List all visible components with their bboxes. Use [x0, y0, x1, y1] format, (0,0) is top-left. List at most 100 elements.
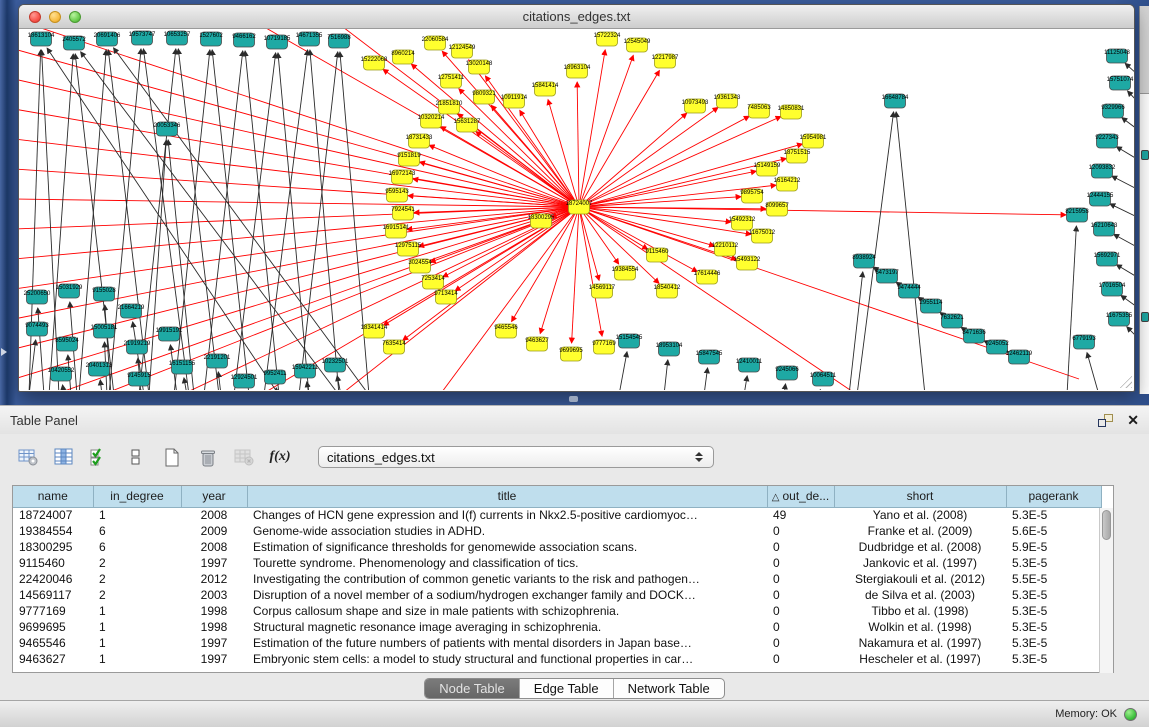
graph-node[interactable]: 12217987	[652, 54, 679, 68]
table-row[interactable]: 946362711997Embryonic stem cells: a mode…	[13, 651, 1101, 667]
table-cell[interactable]: 2008	[181, 507, 247, 523]
graph-node[interactable]: 14850831	[778, 105, 805, 119]
table-cell[interactable]: 2	[93, 587, 181, 603]
show-columns-icon[interactable]	[52, 445, 76, 469]
graph-node[interactable]: 6473197	[875, 269, 899, 283]
table-row[interactable]: 1872400712008Changes of HCN gene express…	[13, 507, 1101, 523]
table-cell[interactable]: 1	[93, 635, 181, 651]
table-row[interactable]: 969969511998Structural magnetic resonanc…	[13, 619, 1101, 635]
vertical-scrollbar[interactable]	[1099, 508, 1113, 673]
graph-node[interactable]: 9463627	[525, 337, 549, 351]
graph-node[interactable]: 8471636	[962, 329, 986, 343]
graph-node[interactable]: 10973493	[682, 99, 709, 113]
graph-node[interactable]: 2955114	[920, 299, 944, 313]
table-selector-dropdown[interactable]: citations_edges.txt	[318, 446, 714, 468]
table-cell[interactable]: 5.6E-5	[1006, 523, 1101, 539]
table-cell[interactable]: 2	[93, 555, 181, 571]
network-view-window[interactable]: citations_edges.txt 18724007152220688960…	[18, 4, 1135, 392]
table-cell[interactable]: 0	[767, 587, 834, 603]
graph-node[interactable]: 11125048	[1104, 49, 1130, 63]
graph-node[interactable]: 16210643	[1091, 222, 1118, 236]
graph-node[interactable]: 15847545	[696, 350, 723, 364]
graph-node[interactable]: 9151819	[397, 152, 421, 166]
graph-node[interactable]: 12462119	[1006, 350, 1033, 364]
table-cell[interactable]: Franke et al. (2009)	[834, 523, 1006, 539]
graph-hub-node[interactable]: 18724007	[566, 200, 593, 214]
graph-node[interactable]: 10320214	[418, 114, 445, 128]
graph-node[interactable]: 7516988	[327, 34, 351, 48]
graph-node[interactable]: 17614446	[694, 270, 721, 284]
table-cell[interactable]: 14569117	[13, 587, 93, 603]
table-cell[interactable]: Wolkin et al. (1998)	[834, 619, 1006, 635]
graph-node[interactable]: 12751411	[438, 74, 465, 88]
table-cell[interactable]: 2012	[181, 571, 247, 587]
table-cell[interactable]: 5.3E-5	[1006, 555, 1101, 571]
graph-node[interactable]: 10232501	[322, 358, 349, 372]
graph-node[interactable]: 15692971	[1094, 252, 1121, 266]
column-header-in_degree[interactable]: in_degree	[93, 486, 181, 507]
table-cell[interactable]: 18724007	[13, 507, 93, 523]
float-panel-icon[interactable]	[1098, 414, 1113, 427]
graph-node[interactable]: 19361343	[714, 94, 741, 108]
tab-node-table[interactable]: Node Table	[425, 679, 520, 698]
function-builder-icon[interactable]: f(x)	[268, 445, 292, 469]
graph-node[interactable]: 12924501	[231, 374, 258, 388]
graph-node[interactable]: 10911914	[501, 94, 528, 108]
table-cell[interactable]: Jankovic et al. (1997)	[834, 555, 1006, 571]
graph-node[interactable]: 21664219	[118, 304, 145, 318]
graph-node[interactable]: 21919219	[124, 340, 151, 354]
table-cell[interactable]: 22420046	[13, 571, 93, 587]
table-cell[interactable]: 9465546	[13, 635, 93, 651]
new-column-icon[interactable]	[160, 445, 184, 469]
graph-node[interactable]: 22191201	[204, 354, 231, 368]
graph-node[interactable]: 12410011	[736, 358, 763, 372]
table-cell[interactable]: 5.3E-5	[1006, 651, 1101, 667]
graph-node[interactable]: 20053346	[154, 122, 181, 136]
table-row[interactable]: 1938455462009Genome-wide association stu…	[13, 523, 1101, 539]
table-cell[interactable]: 9463627	[13, 651, 93, 667]
graph-node[interactable]: 15031929	[56, 284, 83, 298]
table-cell[interactable]: 0	[767, 651, 834, 667]
graph-node[interactable]: 19915191	[156, 327, 183, 341]
graph-node[interactable]: 19384554	[612, 266, 639, 280]
graph-node[interactable]: 20691406	[94, 32, 121, 46]
column-header-out_de[interactable]: △out_de...	[767, 486, 834, 507]
graph-node[interactable]: 17016504	[1099, 282, 1126, 296]
table-cell[interactable]: 0	[767, 619, 834, 635]
graph-node[interactable]: 15841414	[532, 82, 559, 96]
graph-node[interactable]: 18751515	[784, 149, 811, 163]
graph-node[interactable]: 15954981	[800, 134, 827, 148]
graph-node[interactable]: 15492312	[729, 216, 756, 230]
graph-node[interactable]: 7253414	[421, 275, 445, 289]
table-cell[interactable]: Embryonic stem cells: a model to study s…	[247, 651, 767, 667]
close-window-button[interactable]	[29, 11, 41, 23]
graph-node[interactable]: 15149159	[754, 162, 781, 176]
graph-node[interactable]: 7632621	[940, 314, 964, 328]
window-titlebar[interactable]: citations_edges.txt	[19, 5, 1134, 29]
graph-node[interactable]: 9699695	[559, 347, 583, 361]
table-options-icon[interactable]	[16, 445, 40, 469]
graph-node[interactable]: 15722324	[594, 32, 621, 46]
table-cell[interactable]: 0	[767, 539, 834, 555]
table-row[interactable]: 977716911998Corpus callosum shape and si…	[13, 603, 1101, 619]
graph-node[interactable]: 8595024	[55, 337, 79, 351]
graph-node[interactable]: 16151155	[169, 360, 196, 374]
table-cell[interactable]: 49	[767, 507, 834, 523]
table-cell[interactable]: 0	[767, 523, 834, 539]
graph-node[interactable]: 8099657	[765, 202, 789, 216]
table-cell[interactable]: 1	[93, 619, 181, 635]
scrollbar-thumb[interactable]	[1102, 510, 1111, 540]
graph-node[interactable]: 16164212	[774, 177, 801, 191]
table-cell[interactable]: Estimation of significance thresholds fo…	[247, 539, 767, 555]
graph-node[interactable]: 6779193	[1072, 335, 1096, 349]
graph-node[interactable]: 15751074	[1107, 76, 1134, 90]
table-cell[interactable]: Nakamura et al. (1997)	[834, 635, 1006, 651]
graph-node[interactable]: 9227343	[1095, 134, 1119, 148]
select-attributes-icon[interactable]	[88, 445, 112, 469]
table-cell[interactable]: Disruption of a novel member of a sodium…	[247, 587, 767, 603]
graph-node[interactable]: 18731433	[406, 134, 433, 148]
graph-node[interactable]: 15942211	[292, 364, 319, 378]
graph-node[interactable]: 9245066	[775, 366, 799, 380]
column-header-short[interactable]: short	[834, 486, 1006, 507]
graph-node[interactable]: 18963104	[564, 64, 591, 78]
